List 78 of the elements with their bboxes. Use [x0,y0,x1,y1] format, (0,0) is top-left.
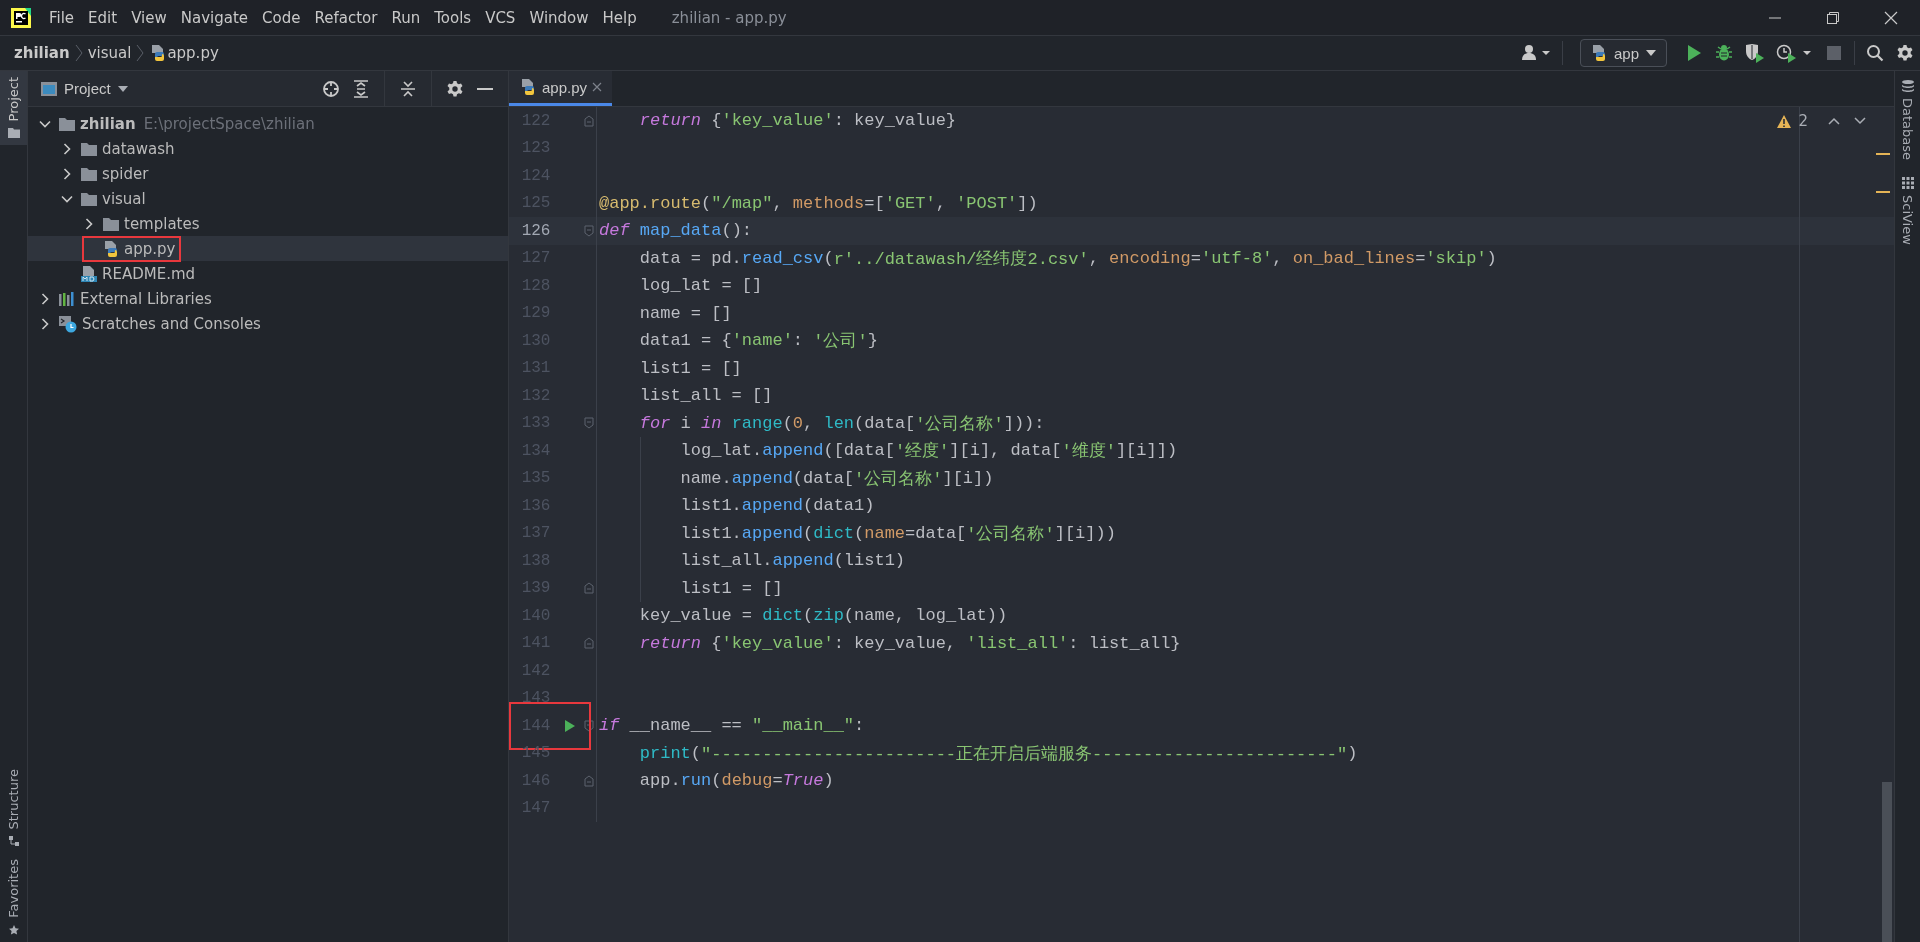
python-file-icon [519,78,537,96]
panel-title-dropdown[interactable]: Project [36,80,133,97]
scratch-console-icon [58,314,78,333]
code-line: name = [] [638,302,732,325]
code-line: log_lat = [] [638,275,763,298]
warning-count[interactable]: 2 [1798,112,1808,130]
tree-item[interactable]: visual [28,186,508,211]
fold-icon[interactable] [584,719,595,732]
chevron-right-icon [73,43,84,63]
breadcrumb[interactable]: app.py [167,44,219,62]
close-icon[interactable] [1884,10,1898,25]
scrollbar-thumb[interactable] [1882,782,1892,942]
code-line: app.run(debug=True) [638,770,834,793]
tool-window-tab[interactable]: SciView [1895,168,1920,253]
code-line: print("------------------------正在开启后端服务------------------------") [638,742,1358,766]
line-number: 145 [520,744,551,763]
editor-tab[interactable]: app.py [509,71,613,106]
chevron-right-icon [135,43,146,63]
menu-item[interactable]: Window [522,8,596,27]
app-logo-icon [10,6,32,29]
menu-item[interactable]: Code [255,8,308,27]
tree-item[interactable]: zhilian E:\projectSpace\zhilian [28,111,508,136]
code-line: list_all = [] [638,385,773,408]
run-configuration-dropdown[interactable]: app [1579,39,1667,67]
menu-item[interactable]: Edit [81,8,125,27]
project-path: E:\projectSpace\zhilian [143,114,315,133]
tree-item[interactable]: README.md [28,261,508,286]
caret-icon [1645,49,1657,57]
tree-item[interactable]: app.py [28,236,508,261]
folder-icon [80,165,98,182]
code-line: for i in range(0, len(data['公司名称'])): [638,412,1045,436]
breadcrumb[interactable]: visual [87,44,132,62]
code-line: def map_data(): [598,220,753,243]
code-line: data = pd.read_csv(r'../datawash/经纬度2.csv', encoding='utf-8', on_bad_lines='skip') [638,247,1497,271]
star-icon [7,924,20,936]
code-line: @app.route("/map", methods=['GET', 'POST']) [598,192,1038,215]
folder-icon [6,127,21,140]
tool-window-tab[interactable]: Database [1895,71,1920,169]
code-line: key_value = dict(zip(name, log_lat)) [638,605,1008,628]
folder-icon [58,115,76,132]
menu-item[interactable]: Help [595,8,644,27]
python-file-icon [102,239,120,258]
tool-window-tab[interactable]: Project [0,71,27,146]
grid-icon [1900,176,1915,191]
menu-item[interactable]: Run [384,8,428,27]
warning-icon[interactable] [1776,113,1793,129]
tool-window-tab[interactable]: Favorites [0,853,27,942]
breadcrumb[interactable]: zhilian [14,44,70,62]
menu-item[interactable]: Refactor [307,8,385,27]
tree-item[interactable]: spider [28,161,508,186]
code-line: list1 = [] [638,357,742,380]
code-line: if __name__ == "__main__": [598,715,865,738]
window-icon [40,80,58,97]
code-line: return {'key_value': key_value} [638,110,957,133]
folder-icon [80,190,98,207]
library-icon [58,290,76,307]
markdown-file-icon [80,264,98,283]
code-line: data1 = {'name': '公司'} [638,330,878,354]
tool-window-tab[interactable]: Structure [0,762,27,854]
run-icon[interactable] [564,718,577,733]
tree-item[interactable]: datawash [28,136,508,161]
tree-item[interactable]: templates [28,211,508,236]
structure-icon [7,835,20,848]
caret-icon [116,84,129,93]
tree-item[interactable]: External Libraries [28,286,508,311]
folder-icon [80,140,98,157]
menu-item[interactable]: View [124,8,174,27]
menu-item[interactable]: Navigate [173,8,256,27]
restore-icon[interactable] [1826,10,1840,25]
window-title: zhilian - app.py [671,8,787,27]
line-number: 126 [520,221,551,240]
menu-item[interactable]: File [42,8,82,27]
menu-item[interactable]: Tools [427,8,479,27]
menu-item[interactable]: VCS [478,8,523,27]
code-line: return {'key_value': key_value, 'list_all': list_all} [638,632,1181,655]
tree-item[interactable]: Scratches and Consoles [28,311,508,336]
folder-icon [102,215,120,232]
database-icon [1900,79,1915,93]
